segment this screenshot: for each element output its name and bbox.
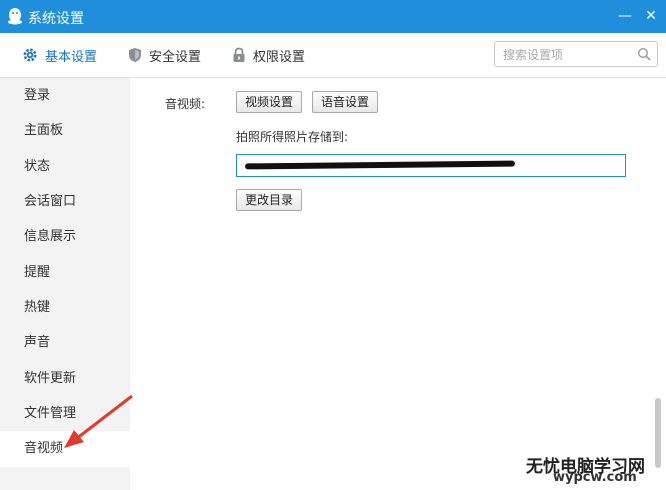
voice-settings-button[interactable]: 语音设置: [312, 91, 378, 113]
redacted-path-mark: [244, 160, 516, 170]
tab-permission-settings[interactable]: 权限设置: [232, 33, 305, 77]
gear-icon: [23, 48, 37, 62]
window-title: 系统设置: [28, 11, 84, 27]
minimize-button[interactable]: —: [614, 6, 636, 26]
scrollbar-thumb[interactable]: [655, 398, 661, 468]
sidebar-item-info-display[interactable]: 信息展示: [0, 219, 130, 255]
search-input[interactable]: [501, 43, 641, 67]
sidebar-item-login[interactable]: 登录: [0, 78, 130, 114]
tab-label: 安全设置: [149, 49, 202, 65]
watermark-url: wypcw.com: [553, 470, 637, 485]
sidebar-item-reminders[interactable]: 提醒: [0, 255, 130, 291]
search-box[interactable]: [494, 41, 658, 67]
tab-basic-settings[interactable]: 基本设置: [22, 33, 97, 77]
search-icon[interactable]: [637, 47, 651, 61]
sidebar-item-sound[interactable]: 声音: [0, 325, 130, 361]
sidebar-item-main-panel[interactable]: 主面板: [0, 113, 130, 149]
video-settings-button[interactable]: 视频设置: [236, 91, 302, 113]
shield-icon: [129, 48, 141, 62]
penguin-icon: [8, 8, 22, 25]
audio-video-section-label: 音视频:: [165, 97, 206, 111]
tab-label: 权限设置: [253, 49, 306, 65]
red-arrow-annotation: [64, 394, 133, 448]
photo-save-path-field[interactable]: [236, 154, 626, 177]
lock-icon: [233, 47, 245, 62]
sidebar-item-hotkeys[interactable]: 热键: [0, 290, 130, 326]
title-bar[interactable]: 系统设置 — ✕: [0, 0, 666, 33]
close-button[interactable]: ✕: [640, 6, 662, 26]
sidebar-item-chat-window[interactable]: 会话窗口: [0, 184, 130, 220]
change-directory-button[interactable]: 更改目录: [236, 189, 302, 211]
tab-label: 基本设置: [45, 49, 98, 65]
sidebar-item-status[interactable]: 状态: [0, 149, 130, 185]
tab-security-settings[interactable]: 安全设置: [128, 33, 201, 77]
photo-save-path-label: 拍照所得照片存储到:: [236, 130, 349, 144]
